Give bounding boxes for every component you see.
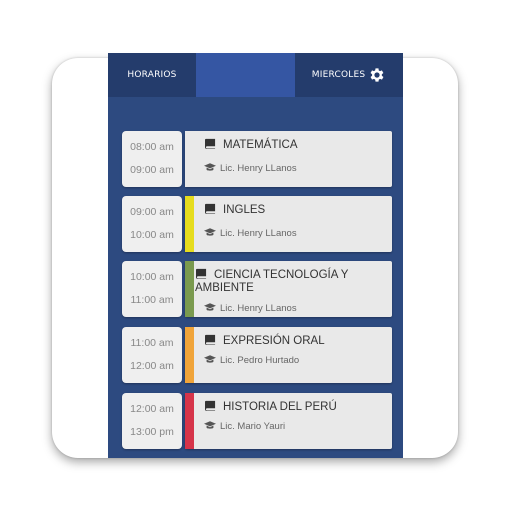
app-bar: HORARIOS MIERCOLES	[108, 53, 403, 97]
course-name-text: HISTORIA DEL PERÚ	[223, 401, 337, 413]
teacher-name-text: Lic. Henry LLanos	[220, 303, 297, 314]
end-time: 11:00 am	[130, 294, 174, 306]
schedule-row[interactable]: 09:00 am 10:00 am INGLES Lic. Henry LLan…	[122, 196, 392, 252]
end-time: 10:00 am	[130, 229, 174, 241]
time-box: 08:00 am 09:00 am	[122, 131, 182, 187]
course-card[interactable]: EXPRESIÓN ORAL Lic. Pedro Hurtado	[185, 327, 392, 383]
end-time: 09:00 am	[130, 164, 174, 176]
graduation-cap-icon	[204, 421, 216, 429]
start-time: 12:00 am	[130, 403, 174, 415]
book-icon	[205, 203, 216, 214]
teacher-name-text: Lic. Mario Yauri	[220, 421, 286, 432]
tab-horarios[interactable]: HORARIOS	[108, 53, 196, 97]
book-icon	[205, 138, 216, 149]
course-name: MATEMÁTICA	[204, 138, 389, 152]
teacher-name: Lic. Pedro Hurtado	[204, 355, 299, 366]
book-icon	[205, 334, 216, 345]
course-name-text: INGLES	[223, 204, 266, 216]
course-card[interactable]: MATEMÁTICA Lic. Henry LLanos	[185, 131, 392, 187]
day-selector[interactable]: MIERCOLES	[295, 53, 403, 97]
course-card[interactable]: CIENCIA TECNOLOGÍA Y AMBIENTE Lic. Henry…	[185, 261, 392, 317]
start-time: 10:00 am	[130, 271, 174, 283]
graduation-cap-icon	[204, 228, 216, 236]
app-title: HORARIOS	[127, 70, 177, 80]
schedule-row[interactable]: 10:00 am 11:00 am CIENCIA TECNOLOGÍA Y A…	[122, 261, 392, 317]
course-name-text: CIENCIA TECNOLOGÍA Y AMBIENTE	[195, 269, 349, 294]
course-color-bar	[185, 196, 194, 252]
gear-icon[interactable]	[368, 66, 386, 84]
course-name: CIENCIA TECNOLOGÍA Y AMBIENTE	[195, 268, 380, 295]
course-color-bar	[185, 327, 194, 383]
course-card[interactable]: HISTORIA DEL PERÚ Lic. Mario Yauri	[185, 393, 392, 449]
book-icon	[196, 268, 207, 279]
end-time: 12:00 am	[130, 360, 174, 372]
time-box: 10:00 am 11:00 am	[122, 261, 182, 317]
course-name-text: EXPRESIÓN ORAL	[223, 335, 325, 347]
course-color-bar	[185, 131, 194, 187]
graduation-cap-icon	[204, 303, 216, 311]
time-box: 09:00 am 10:00 am	[122, 196, 182, 252]
book-icon	[205, 400, 216, 411]
course-card[interactable]: INGLES Lic. Henry LLanos	[185, 196, 392, 252]
app-screen: HORARIOS MIERCOLES 08:00 am 09:00 am MAT…	[108, 53, 403, 458]
teacher-name: Lic. Mario Yauri	[204, 421, 285, 432]
graduation-cap-icon	[204, 163, 216, 171]
course-name: HISTORIA DEL PERÚ	[204, 400, 389, 414]
time-box: 12:00 am 13:00 pm	[122, 393, 182, 449]
schedule-row[interactable]: 12:00 am 13:00 pm HISTORIA DEL PERÚ Lic.…	[122, 393, 392, 449]
teacher-name: Lic. Henry LLanos	[204, 303, 297, 314]
day-label: MIERCOLES	[311, 70, 366, 80]
start-time: 08:00 am	[130, 141, 174, 153]
teacher-name-text: Lic. Pedro Hurtado	[220, 355, 300, 366]
time-box: 11:00 am 12:00 am	[122, 327, 182, 383]
teacher-name-text: Lic. Henry LLanos	[220, 228, 297, 239]
schedule-row[interactable]: 08:00 am 09:00 am MATEMÁTICA Lic. Henry …	[122, 131, 392, 187]
graduation-cap-icon	[204, 355, 216, 363]
teacher-name-text: Lic. Henry LLanos	[220, 163, 297, 174]
start-time: 11:00 am	[130, 337, 174, 349]
teacher-name: Lic. Henry LLanos	[204, 228, 297, 239]
teacher-name: Lic. Henry LLanos	[204, 163, 297, 174]
schedule-row[interactable]: 11:00 am 12:00 am EXPRESIÓN ORAL Lic. Pe…	[122, 327, 392, 383]
start-time: 09:00 am	[130, 206, 174, 218]
course-name: EXPRESIÓN ORAL	[204, 334, 389, 348]
schedule-list: 08:00 am 09:00 am MATEMÁTICA Lic. Henry …	[108, 97, 403, 458]
course-color-bar	[185, 261, 194, 317]
course-name: INGLES	[204, 203, 389, 217]
course-name-text: MATEMÁTICA	[223, 139, 298, 151]
end-time: 13:00 pm	[130, 426, 174, 438]
course-color-bar	[185, 393, 194, 449]
